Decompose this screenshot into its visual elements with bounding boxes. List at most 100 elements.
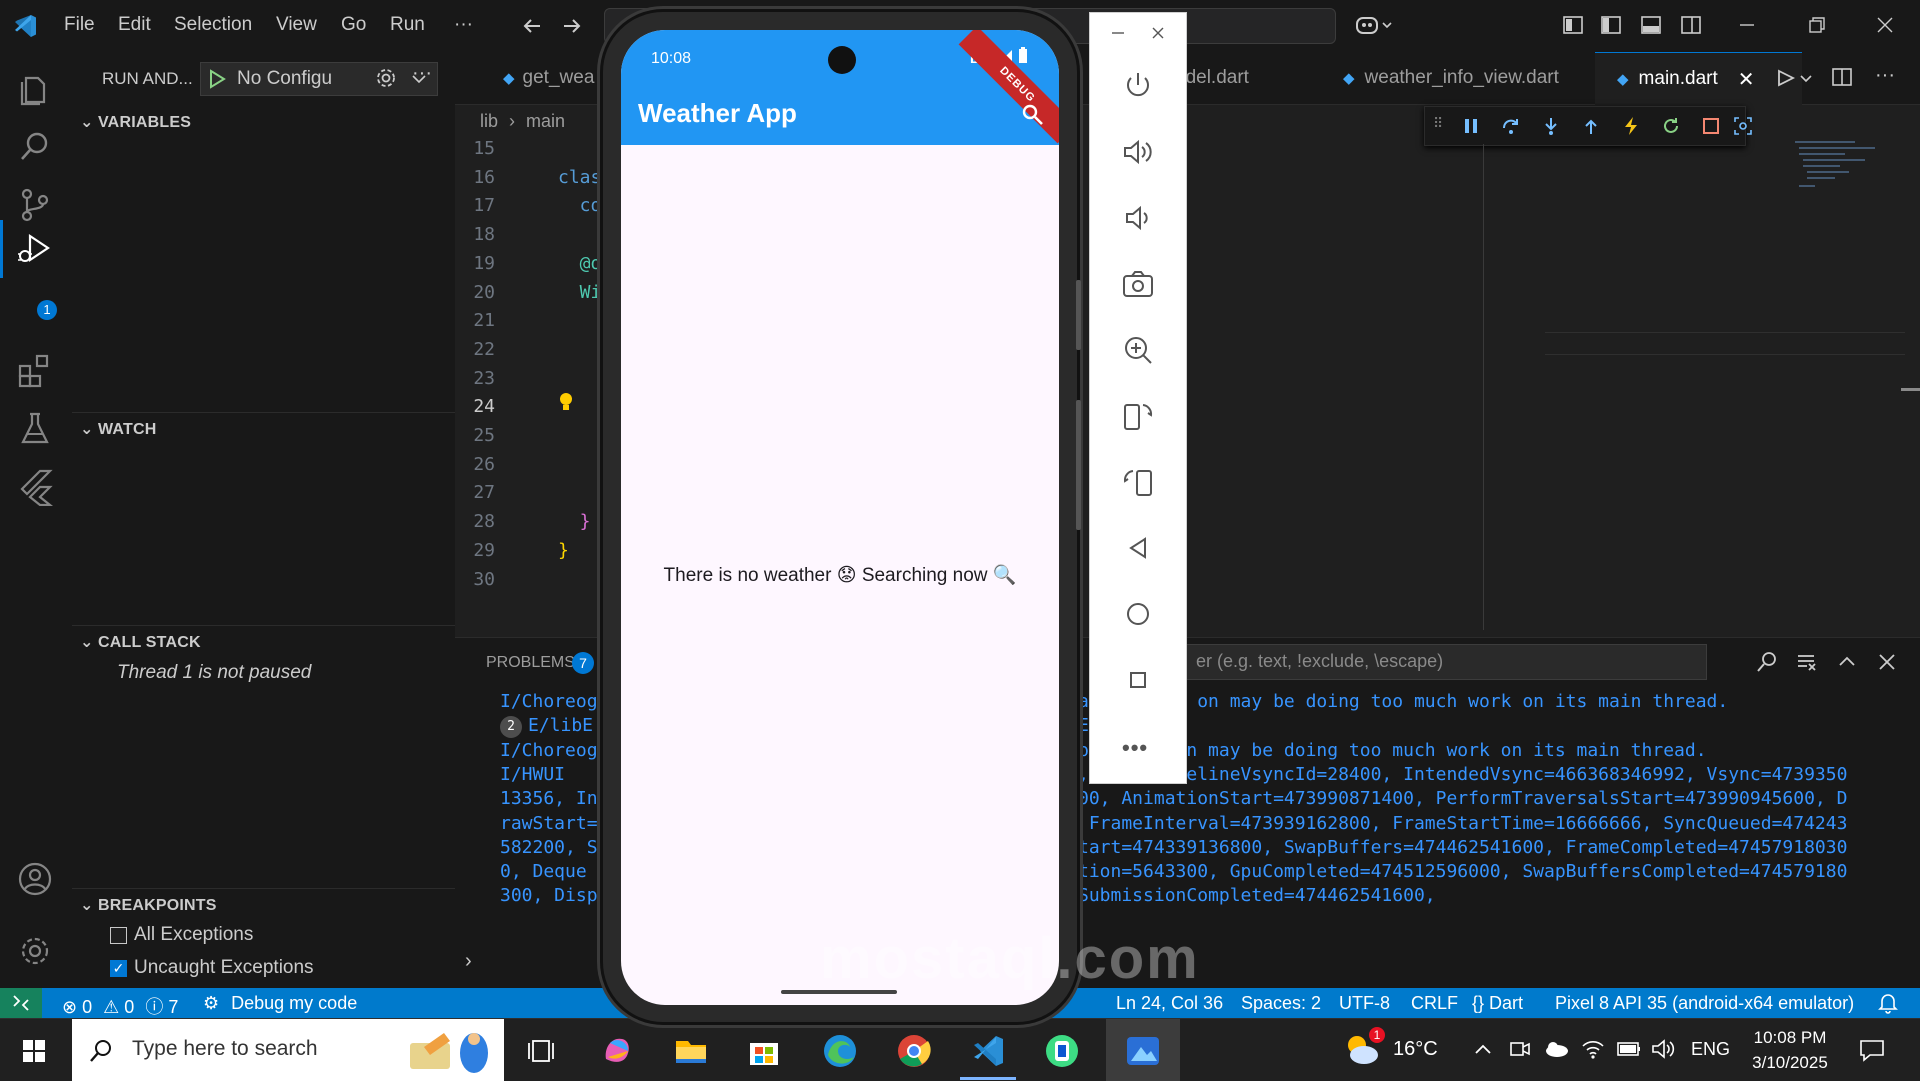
menu-go[interactable]: Go [341, 14, 366, 36]
onedrive-cloud-icon[interactable] [1542, 1037, 1570, 1061]
inspect-widget-icon[interactable] [1733, 116, 1753, 136]
cursor-position[interactable]: Ln 24, Col 36 [1116, 993, 1223, 1014]
restore-icon[interactable] [1806, 14, 1828, 36]
edge-browser-icon[interactable] [822, 1033, 858, 1069]
breadcrumb-item[interactable]: lib [480, 111, 498, 131]
more-actions-icon[interactable]: ··· [412, 62, 432, 85]
phone-screen[interactable]: 10:08 LTE DEBUG Weather App There is no … [621, 30, 1059, 1005]
close-panel-icon[interactable] [1875, 650, 1899, 674]
menu-view[interactable]: View [276, 14, 317, 36]
notifications-bell-icon[interactable] [1877, 992, 1899, 1014]
watch-section-header[interactable]: ⌄ WATCH [80, 419, 156, 439]
stop-icon[interactable] [1701, 116, 1721, 136]
battery-icon[interactable] [1616, 1038, 1642, 1060]
emulator-minimize-icon[interactable] [1110, 25, 1126, 41]
settings-gear-icon[interactable] [16, 932, 54, 970]
console-prompt-icon[interactable]: › [465, 950, 472, 973]
run-debug-icon[interactable] [16, 230, 54, 270]
account-icon[interactable] [16, 860, 54, 898]
task-view-icon[interactable] [527, 1037, 555, 1065]
encoding[interactable]: UTF-8 [1339, 993, 1390, 1014]
indentation[interactable]: Spaces: 2 [1241, 993, 1321, 1014]
zoom-icon[interactable] [1121, 333, 1155, 367]
extensions-icon[interactable] [16, 352, 54, 390]
language-mode[interactable]: {} Dart [1472, 993, 1523, 1014]
problems-status[interactable]: ⊗ 0 ⚠ 0 ⓘ 7 [62, 993, 178, 1019]
lightbulb-icon[interactable] [557, 391, 575, 413]
tab-main-dart[interactable]: ◆ main.dart ✕ [1595, 52, 1802, 105]
extended-controls-icon[interactable]: ••• [1122, 735, 1148, 761]
search-icon[interactable] [16, 128, 54, 166]
forward-arrow-icon[interactable] [560, 14, 584, 38]
menu-file[interactable]: File [64, 14, 95, 36]
search-icon[interactable] [1021, 103, 1045, 127]
split-editor-icon[interactable] [1831, 66, 1853, 88]
power-icon[interactable] [1121, 69, 1155, 103]
copilot-icon[interactable] [1355, 13, 1395, 39]
variables-section-header[interactable]: ⌄ VARIABLES [80, 112, 191, 132]
input-language[interactable]: ENG [1691, 1039, 1730, 1060]
weather-temperature[interactable]: 16°C [1393, 1038, 1438, 1061]
problems-tab[interactable]: PROBLEMS [486, 654, 575, 672]
search-filter-icon[interactable] [1755, 650, 1779, 674]
device-selector[interactable]: Pixel 8 API 35 (android-x64 emulator) [1555, 993, 1854, 1014]
action-center-icon[interactable] [1858, 1037, 1886, 1063]
volume-up-icon[interactable] [1121, 135, 1155, 169]
menu-run[interactable]: Run [390, 14, 425, 36]
debug-settings-gear-icon[interactable] [374, 66, 398, 90]
home-circle-icon[interactable] [1121, 597, 1155, 631]
explorer-icon[interactable] [16, 70, 54, 108]
step-into-icon[interactable] [1541, 116, 1561, 136]
back-triangle-icon[interactable] [1121, 531, 1155, 565]
rotate-right-icon[interactable] [1121, 465, 1155, 499]
chrome-browser-icon[interactable] [896, 1033, 932, 1069]
file-explorer-icon[interactable] [674, 1035, 708, 1065]
minimize-icon[interactable] [1736, 14, 1758, 36]
toggle-panel-icon[interactable] [1640, 14, 1662, 36]
back-arrow-icon[interactable] [520, 14, 544, 38]
launch-config-select[interactable]: No Configu [200, 62, 438, 96]
drag-handle-icon[interactable]: ⠿ [1433, 115, 1443, 132]
windows-start-icon[interactable] [22, 1039, 46, 1063]
step-over-icon[interactable] [1501, 116, 1521, 136]
breakpoint-all-exceptions[interactable]: All Exceptions [110, 924, 253, 946]
close-window-icon[interactable] [1874, 14, 1896, 36]
editor-more-actions-icon[interactable]: ··· [1875, 64, 1895, 87]
meet-now-icon[interactable] [1508, 1037, 1532, 1061]
android-studio-icon[interactable] [1044, 1033, 1080, 1069]
tab-weather-info-view[interactable]: ◆ weather_info_view.dart [1325, 52, 1613, 104]
step-out-icon[interactable] [1581, 116, 1601, 136]
call-stack-section-header[interactable]: ⌄ CALL STACK [80, 632, 201, 652]
line-endings[interactable]: CRLF [1411, 993, 1458, 1014]
rotate-left-icon[interactable] [1121, 399, 1155, 433]
pause-icon[interactable] [1461, 116, 1481, 136]
start-debug-icon[interactable] [207, 69, 227, 89]
menu-edit[interactable]: Edit [118, 14, 151, 36]
menu-selection[interactable]: Selection [174, 14, 252, 36]
hot-reload-icon[interactable] [1621, 116, 1641, 136]
toggle-secondary-sidebar-icon[interactable] [1680, 14, 1702, 36]
checkbox-unchecked[interactable] [110, 926, 127, 944]
close-tab-icon[interactable]: ✕ [1738, 67, 1755, 92]
menu-more[interactable]: ··· [454, 14, 473, 36]
breakpoints-section-header[interactable]: ⌄ BREAKPOINTS [80, 895, 217, 915]
wifi-icon[interactable] [1580, 1037, 1606, 1061]
maximize-panel-icon[interactable] [1835, 650, 1859, 674]
remote-indicator[interactable] [0, 988, 42, 1018]
clear-output-icon[interactable] [1795, 650, 1819, 674]
volume-icon[interactable] [1650, 1037, 1676, 1061]
camera-screenshot-icon[interactable] [1121, 267, 1155, 301]
testing-icon[interactable] [16, 410, 54, 448]
overview-square-icon[interactable] [1121, 663, 1155, 697]
source-control-icon[interactable] [16, 186, 54, 224]
taskbar-clock[interactable]: 10:08 PM 3/10/2025 [1745, 1025, 1835, 1075]
output-filter-input[interactable]: er (e.g. text, !exclude, \escape) [1185, 644, 1707, 680]
toggle-sidebar-icon[interactable] [1600, 14, 1622, 36]
flutter-icon[interactable] [16, 468, 54, 506]
vscode-taskbar-icon[interactable] [970, 1033, 1006, 1069]
checkbox-checked[interactable]: ✓ [110, 959, 127, 977]
emulator-close-icon[interactable] [1150, 25, 1166, 41]
microsoft-store-icon[interactable] [748, 1035, 780, 1067]
tab-model[interactable]: odel.dart [1175, 52, 1325, 104]
restart-icon[interactable] [1661, 116, 1681, 136]
